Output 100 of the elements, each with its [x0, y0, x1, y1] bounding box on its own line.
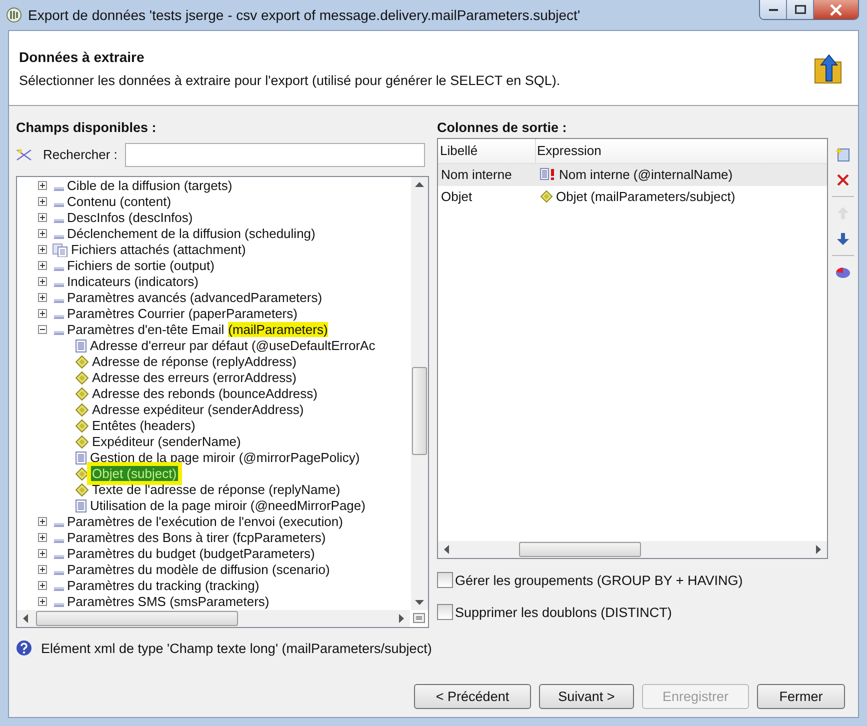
- scroll-down-icon[interactable]: [415, 600, 424, 605]
- tree-item[interactable]: Adresse d'erreur par défaut (@useDefaultErrorAc: [89, 338, 376, 354]
- tree-item[interactable]: Entêtes (headers): [91, 418, 196, 434]
- tree-item[interactable]: Indicateurs (indicators): [66, 274, 200, 290]
- scroll-right-icon[interactable]: [816, 544, 821, 554]
- pie-chart-icon[interactable]: [835, 264, 851, 279]
- expander-icon[interactable]: [38, 229, 47, 238]
- page-description: Sélectionner les données à extraire pour l'export (utilisé pour générer le SELECT en SQL).: [19, 72, 560, 88]
- expander-icon[interactable]: [38, 309, 47, 318]
- scroll-right-icon[interactable]: [399, 614, 404, 623]
- scroll-left-icon[interactable]: [444, 544, 449, 554]
- expander-icon[interactable]: [38, 277, 47, 286]
- checkbox[interactable]: [437, 604, 453, 620]
- tree-item[interactable]: Paramètres du tracking (tracking): [66, 578, 260, 594]
- scroll-left-icon[interactable]: [23, 614, 28, 623]
- tree-item[interactable]: Fichiers attachés (attachment): [70, 242, 247, 258]
- page-heading: Données à extraire: [19, 48, 146, 64]
- tree-item[interactable]: Paramètres de l'exécution de l'envoi (execution): [66, 514, 344, 530]
- node-icon: [54, 539, 64, 544]
- table-cell-text: Objet: [440, 189, 474, 204]
- node-icon: [54, 219, 64, 224]
- expander-icon[interactable]: [38, 565, 47, 574]
- tree-item[interactable]: Paramètres avancés (advancedParameters): [66, 290, 324, 306]
- dialog-button[interactable]: Fermer: [757, 684, 845, 709]
- node-icon: [54, 235, 64, 240]
- required-attribute-icon: [540, 168, 556, 182]
- diamond-icon: [75, 418, 89, 433]
- expander-icon[interactable]: [38, 517, 47, 526]
- scroll-thumb[interactable]: [519, 542, 641, 557]
- node-icon: [54, 187, 64, 192]
- tree-item[interactable]: Déclenchement de la diffusion (scheduling): [66, 226, 316, 242]
- delete-icon[interactable]: [836, 172, 850, 187]
- document-icon: [75, 450, 87, 465]
- expander-icon[interactable]: [38, 597, 47, 606]
- tree-item[interactable]: Adresse des erreurs (errorAddress): [91, 370, 298, 386]
- tree-item[interactable]: Cible de la diffusion (targets): [66, 178, 234, 194]
- expander-icon[interactable]: [38, 261, 47, 270]
- tree-item[interactable]: Gestion de la page miroir (@mirrorPagePolicy): [89, 450, 361, 466]
- table-cell-text: Nom interne: [440, 167, 513, 182]
- diamond-icon: [75, 402, 89, 417]
- expander-icon[interactable]: [38, 213, 47, 222]
- document-icon: [75, 338, 87, 353]
- maximize-icon: [794, 5, 806, 14]
- close-icon: [830, 4, 842, 16]
- expander-icon[interactable]: [38, 293, 47, 302]
- vertical-scrollbar[interactable]: [411, 176, 428, 610]
- tree-item[interactable]: Paramètres Courrier (paperParameters): [66, 306, 298, 322]
- tree-item[interactable]: Paramètres des Bons à tirer (fcpParameters): [66, 530, 327, 546]
- tree-item[interactable]: DescInfos (descInfos): [66, 210, 194, 226]
- expander-icon[interactable]: [38, 581, 47, 590]
- diamond-icon: [75, 354, 89, 369]
- node-icon: [54, 283, 64, 288]
- search-field[interactable]: [125, 142, 425, 167]
- tree-item[interactable]: Texte de l'adresse de réponse (replyName): [91, 482, 342, 498]
- diamond-icon: [75, 466, 89, 481]
- tree-item[interactable]: Expéditeur (senderName): [91, 434, 242, 450]
- scroll-up-icon[interactable]: [415, 182, 424, 187]
- horizontal-scrollbar[interactable]: [438, 540, 827, 558]
- tree-item[interactable]: Fichiers de sortie (output): [66, 258, 216, 274]
- tree-item[interactable]: Contenu (content): [66, 194, 172, 210]
- minimize-button[interactable]: [760, 0, 787, 19]
- column-header[interactable]: Expression: [536, 138, 827, 163]
- search-label: Rechercher :: [43, 147, 118, 162]
- diamond-icon: [75, 434, 89, 449]
- help-icon: [16, 640, 32, 656]
- column-header[interactable]: Libellé: [438, 138, 536, 163]
- expander-icon[interactable]: [38, 245, 47, 254]
- node-icon: [54, 571, 64, 576]
- tree-item[interactable]: Adresse expéditeur (senderAddress): [91, 402, 305, 418]
- new-column-icon[interactable]: [835, 146, 851, 162]
- tree-item[interactable]: Paramètres d'en-tête Email (mailParameters): [66, 322, 329, 338]
- maximize-button[interactable]: [787, 0, 814, 19]
- minimize-icon: [768, 8, 778, 10]
- expander-icon[interactable]: [38, 181, 47, 190]
- tree-item[interactable]: Paramètres SMS (smsParameters): [66, 594, 270, 610]
- tree-item[interactable]: Adresse des rebonds (bounceAddress): [91, 386, 318, 402]
- tree-item[interactable]: Paramètres du budget (budgetParameters): [66, 546, 316, 562]
- close-button[interactable]: [814, 0, 858, 19]
- scroll-thumb[interactable]: [36, 610, 238, 626]
- checkbox[interactable]: [437, 572, 453, 588]
- expander-icon[interactable]: [38, 325, 47, 334]
- expander-icon[interactable]: [38, 549, 47, 558]
- diamond-icon: [75, 386, 89, 401]
- arrow-down-icon[interactable]: [836, 232, 850, 246]
- node-icon: [54, 555, 64, 560]
- node-icon: [54, 299, 64, 304]
- grip-icon: [413, 613, 425, 624]
- table-row[interactable]: Nom interne Nom interne (@internalName): [438, 164, 827, 186]
- table-cell: Nom interne (@internalName): [559, 167, 733, 182]
- scroll-thumb[interactable]: [412, 366, 427, 455]
- dialog-button[interactable]: < Précédent: [414, 684, 531, 709]
- expander-icon[interactable]: [38, 197, 47, 206]
- table-row[interactable]: Objet Objet (mailParameters/subject): [438, 186, 827, 208]
- expander-icon[interactable]: [38, 533, 47, 542]
- tree-item[interactable]: Utilisation de la page miroir (@needMirrorPage): [89, 498, 366, 514]
- tree-item[interactable]: Adresse de réponse (replyAddress): [91, 354, 298, 370]
- horizontal-scrollbar[interactable]: [17, 610, 410, 627]
- tree-item[interactable]: Paramètres du modèle de diffusion (scenario): [66, 562, 331, 578]
- dialog-button[interactable]: Suivant >: [539, 684, 634, 709]
- node-icon: [54, 587, 64, 592]
